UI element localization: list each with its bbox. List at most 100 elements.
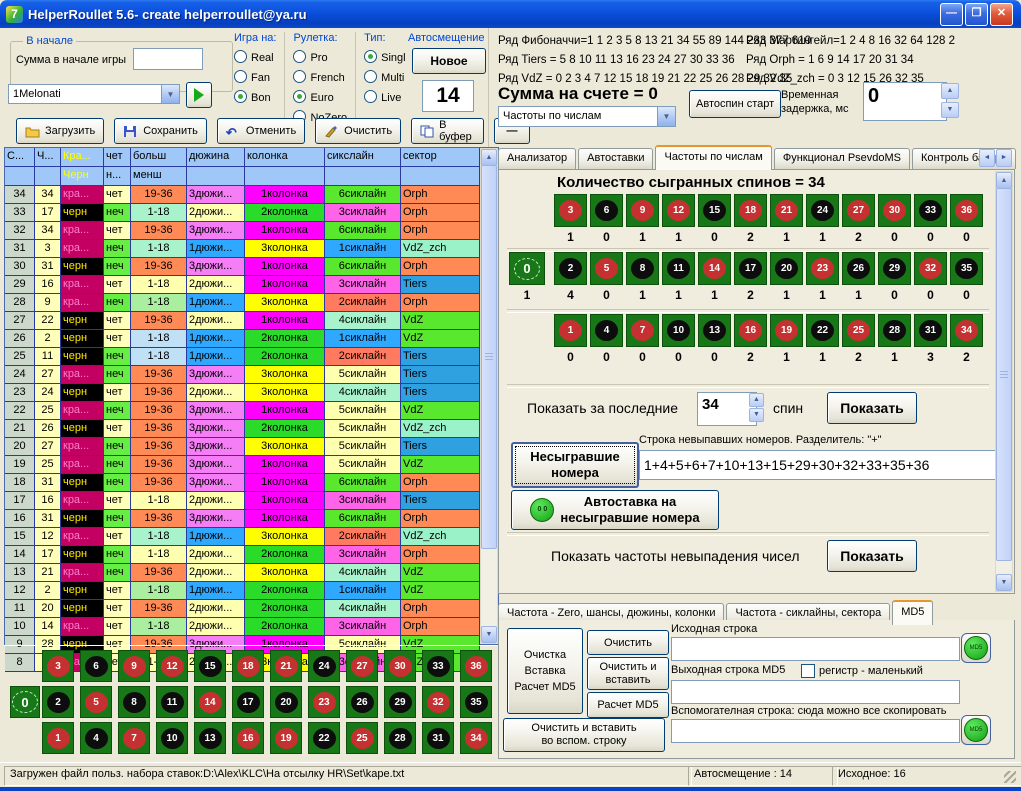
toolbar-button-2[interactable]: Сохранить — [114, 118, 207, 144]
table-row[interactable]: 2225кра...неч19-363дюжи...1колонка5сикла… — [5, 402, 498, 420]
number-cell-16[interactable]: 162 — [735, 314, 766, 364]
board-cell-28[interactable]: 28 — [384, 722, 416, 754]
board-cell-21[interactable]: 21 — [270, 650, 302, 682]
output-string-input[interactable] — [671, 680, 960, 704]
number-cell-21[interactable]: 211 — [771, 194, 802, 244]
toolbar-button-4[interactable]: Очистить — [315, 118, 401, 144]
number-cell-24[interactable]: 241 — [807, 194, 838, 244]
table-row[interactable]: 3031черннеч19-363дюжи...1колонка6сиклайн… — [5, 258, 498, 276]
radio-option-live[interactable]: Live — [364, 90, 405, 104]
number-cell-36[interactable]: 360 — [951, 194, 982, 244]
board-cell-20[interactable]: 20 — [270, 686, 302, 718]
tab-автоставки[interactable]: Автоставки — [578, 148, 653, 169]
board-cell-14[interactable]: 14 — [194, 686, 226, 718]
number-cell-3[interactable]: 31 — [555, 194, 586, 244]
number-cell-34[interactable]: 342 — [951, 314, 982, 364]
md5-clear-button[interactable]: Очистить — [587, 630, 669, 655]
table-row[interactable]: 1512кра...чет1-181дюжи...3колонка2сиклай… — [5, 528, 498, 546]
table-row[interactable]: 2126чернчет19-363дюжи...2колонка5сиклайн… — [5, 420, 498, 438]
tab-частоты-по-числам[interactable]: Частоты по числам — [655, 145, 771, 170]
close-button[interactable]: ✕ — [990, 3, 1013, 26]
new-autoshift-button[interactable]: Новое — [412, 48, 486, 74]
radio-option-french[interactable]: French — [293, 70, 347, 84]
board-cell-18[interactable]: 18 — [232, 650, 264, 682]
table-row[interactable]: 2324чернчет19-362дюжи...3колонка4сиклайн… — [5, 384, 498, 402]
autobet-missed-button[interactable]: 0 0 Автоставка нанесыгравшие номера — [511, 490, 719, 530]
mode-combobox[interactable]: Частоты по числам ▼ — [498, 106, 676, 127]
board-cell-3[interactable]: 3 — [42, 650, 74, 682]
table-row[interactable]: 313кра...неч1-181дюжи...3колонка1сиклайн… — [5, 240, 498, 258]
source-string-input[interactable] — [671, 637, 960, 661]
toolbar-button-5[interactable]: В буфер — [411, 118, 484, 144]
number-cell-35[interactable]: 350 — [951, 252, 982, 302]
table-row[interactable]: 1716кра...чет1-182дюжи...1колонка3сиклай… — [5, 492, 498, 510]
number-cell-33[interactable]: 330 — [915, 194, 946, 244]
number-cell-6[interactable]: 60 — [591, 194, 622, 244]
table-row[interactable]: 1014кра...чет1-182дюжи...2колонка3сиклай… — [5, 618, 498, 636]
number-cell-30[interactable]: 300 — [879, 194, 910, 244]
scrollbar-thumb[interactable] — [481, 165, 497, 549]
number-cell-14[interactable]: 141 — [699, 252, 730, 302]
tab-функционал-psevdoms[interactable]: Функционал PsevdoMS — [774, 148, 910, 169]
table-row[interactable]: 2511черннеч1-181дюжи...2колонка2сиклайнT… — [5, 348, 498, 366]
md5-clear-paste-aux-button[interactable]: Очистить и вставитьво вспом. строку — [503, 718, 665, 752]
table-row[interactable]: 1321кра...неч19-362дюжи...3колонка4сикла… — [5, 564, 498, 582]
number-cell-1[interactable]: 10 — [555, 314, 586, 364]
board-cell-12[interactable]: 12 — [156, 650, 188, 682]
number-cell-27[interactable]: 272 — [843, 194, 874, 244]
scrollbar-thumb[interactable] — [996, 188, 1012, 561]
board-cell-15[interactable]: 15 — [194, 650, 226, 682]
tab-анализатор[interactable]: Анализатор — [498, 148, 576, 169]
board-cell-19[interactable]: 19 — [270, 722, 302, 754]
radio-option-bon[interactable]: Bon — [234, 90, 276, 104]
missed-numbers-button[interactable]: Несыгравшиеномера — [511, 442, 639, 488]
number-cell-26[interactable]: 261 — [843, 252, 874, 302]
board-cell-8[interactable]: 8 — [118, 686, 150, 718]
toolbar-button-1[interactable]: Загрузить — [16, 118, 104, 144]
spinner-down-icon[interactable]: ▼ — [941, 102, 959, 118]
board-cell-22[interactable]: 22 — [308, 722, 340, 754]
table-row[interactable]: 262чернчет1-181дюжи...2колонка1сиклайнVd… — [5, 330, 498, 348]
board-cell-1[interactable]: 1 — [42, 722, 74, 754]
number-cell-23[interactable]: 231 — [807, 252, 838, 302]
board-cell-5[interactable]: 5 — [80, 686, 112, 718]
tab-md5[interactable]: MD5 — [892, 600, 933, 625]
scroll-down-icon[interactable]: ▼ — [481, 626, 497, 643]
board-cell-34[interactable]: 34 — [460, 722, 492, 754]
number-cell-28[interactable]: 281 — [879, 314, 910, 364]
table-row[interactable]: 1417черннеч1-182дюжи...2колонка3сиклайнO… — [5, 546, 498, 564]
radio-option-pro[interactable]: Pro — [293, 50, 347, 64]
board-cell-4[interactable]: 4 — [80, 722, 112, 754]
lowercase-checkbox[interactable] — [801, 664, 815, 678]
title-bar[interactable]: 7 HelperRoullet 5.6- create helperroulle… — [0, 0, 1021, 28]
scroll-down-icon[interactable]: ▼ — [996, 574, 1012, 591]
number-cell-11[interactable]: 111 — [663, 252, 694, 302]
spinner-up-icon[interactable]: ▲ — [749, 393, 764, 407]
table-row[interactable]: 2427кра...неч19-363дюжи...3колонка5сикла… — [5, 366, 498, 384]
chevron-down-icon[interactable]: ▼ — [161, 84, 180, 104]
board-cell-30[interactable]: 30 — [384, 650, 416, 682]
radio-option-euro[interactable]: Euro — [293, 90, 347, 104]
board-cell-7[interactable]: 7 — [118, 722, 150, 754]
board-cell-26[interactable]: 26 — [346, 686, 378, 718]
start-sum-input[interactable] — [133, 48, 203, 70]
number-cell-20[interactable]: 201 — [771, 252, 802, 302]
board-cell-25[interactable]: 25 — [346, 722, 378, 754]
table-row[interactable]: 1925кра...неч19-363дюжи...1колонка5сикла… — [5, 456, 498, 474]
number-cell-18[interactable]: 182 — [735, 194, 766, 244]
board-cell-16[interactable]: 16 — [232, 722, 264, 754]
md5-run-button[interactable]: MD5 — [961, 633, 991, 663]
play-button[interactable] — [186, 82, 212, 108]
maximize-button[interactable]: ❐ — [965, 3, 988, 26]
number-cell-12[interactable]: 121 — [663, 194, 694, 244]
table-row[interactable]: 122чернчет1-181дюжи...2колонка1сиклайнVd… — [5, 582, 498, 600]
table-row[interactable]: 2916кра...чет1-182дюжи...1колонка3сиклай… — [5, 276, 498, 294]
tab-scroll-right-icon[interactable]: ► — [996, 149, 1012, 167]
table-row[interactable]: 3317черннеч1-182дюжи...2колонка3сиклайнO… — [5, 204, 498, 222]
table-row[interactable]: 1120чернчет19-362дюжи...2колонка4сиклайн… — [5, 600, 498, 618]
chevron-down-icon[interactable]: ▼ — [657, 106, 676, 127]
number-cell-13[interactable]: 130 — [699, 314, 730, 364]
board-cell-23[interactable]: 23 — [308, 686, 340, 718]
board-cell-10[interactable]: 10 — [156, 722, 188, 754]
spinner-up-icon[interactable]: ▲ — [941, 83, 959, 99]
